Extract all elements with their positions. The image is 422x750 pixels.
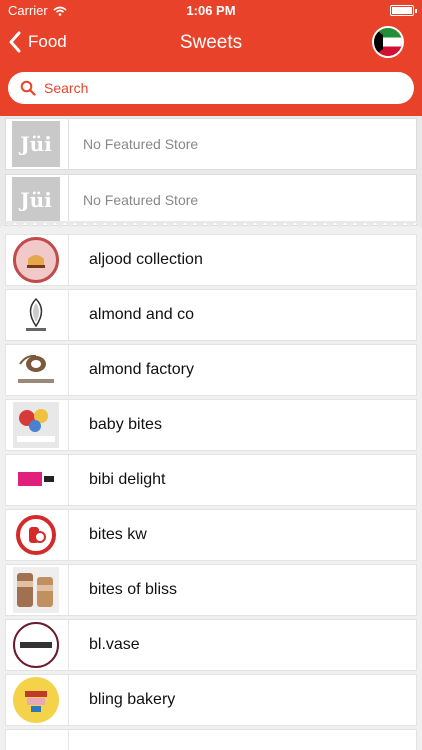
battery-icon <box>390 5 417 16</box>
bites-of-bliss-logo <box>12 567 60 613</box>
divider <box>68 454 69 506</box>
bites-kw-logo <box>12 512 60 558</box>
partial-store-logo <box>12 736 60 750</box>
status-bar: Carrier 1:06 PM <box>0 0 422 22</box>
featured-stores: Jüi No Featured Store Jüi No Featured St… <box>0 116 422 226</box>
divider <box>68 289 69 341</box>
divider <box>68 730 69 750</box>
store-row-bl-vase[interactable]: bl.vase <box>5 619 417 671</box>
divider <box>68 619 69 671</box>
divider <box>68 234 69 286</box>
search-icon <box>20 80 36 96</box>
store-row-bling-bakery[interactable]: bling bakery <box>5 674 417 726</box>
divider <box>68 564 69 616</box>
featured-store-logo: Jüi <box>12 177 60 223</box>
navigation-bar: Food Sweets <box>0 22 422 66</box>
store-name: bling bakery <box>89 691 176 708</box>
search-placeholder: Search <box>44 80 89 96</box>
store-row-bites-kw[interactable]: bites kw <box>5 509 417 561</box>
store-row-aljood-collection[interactable]: aljood collection <box>5 234 417 286</box>
store-row-almond-factory[interactable]: almond factory <box>5 344 417 396</box>
almond-and-co-logo <box>12 292 60 338</box>
app-header: Carrier 1:06 PM Food Sweets Search <box>0 0 422 116</box>
bibi-delight-logo <box>12 457 60 503</box>
baby-bites-logo <box>12 402 60 448</box>
clock: 1:06 PM <box>186 3 236 18</box>
store-name: bites kw <box>89 526 147 543</box>
store-name: almond and co <box>89 306 194 323</box>
divider <box>68 399 69 451</box>
featured-store-text: No Featured Store <box>83 192 199 208</box>
store-row-partial[interactable] <box>5 729 417 750</box>
divider <box>68 118 69 170</box>
kuwait-flag-icon[interactable] <box>372 26 404 58</box>
store-row-bites-of-bliss[interactable]: bites of bliss <box>5 564 417 616</box>
featured-store-text: No Featured Store <box>83 136 199 152</box>
search-input[interactable]: Search <box>8 72 414 104</box>
store-name: aljood collection <box>89 251 203 268</box>
divider <box>68 509 69 561</box>
aljood-logo <box>12 237 60 283</box>
store-row-bibi-delight[interactable]: bibi delight <box>5 454 417 506</box>
page-title: Sweets <box>179 32 243 53</box>
divider <box>68 344 69 396</box>
store-name: baby bites <box>89 416 162 433</box>
bl-vase-logo <box>12 622 60 668</box>
featured-store-row[interactable]: Jüi No Featured Store <box>5 118 417 170</box>
zigzag-divider <box>0 221 422 229</box>
store-row-baby-bites[interactable]: baby bites <box>5 399 417 451</box>
bling-bakery-logo <box>12 677 60 723</box>
featured-store-logo: Jüi <box>12 121 60 167</box>
featured-store-row[interactable]: Jüi No Featured Store <box>5 174 417 226</box>
divider <box>68 674 69 726</box>
store-name: bibi delight <box>89 471 166 488</box>
divider <box>68 174 69 226</box>
store-row-almond-and-co[interactable]: almond and co <box>5 289 417 341</box>
store-name: bl.vase <box>89 636 140 653</box>
store-name: bites of bliss <box>89 581 178 598</box>
store-name: almond factory <box>89 361 194 378</box>
almond-factory-logo <box>12 347 60 393</box>
